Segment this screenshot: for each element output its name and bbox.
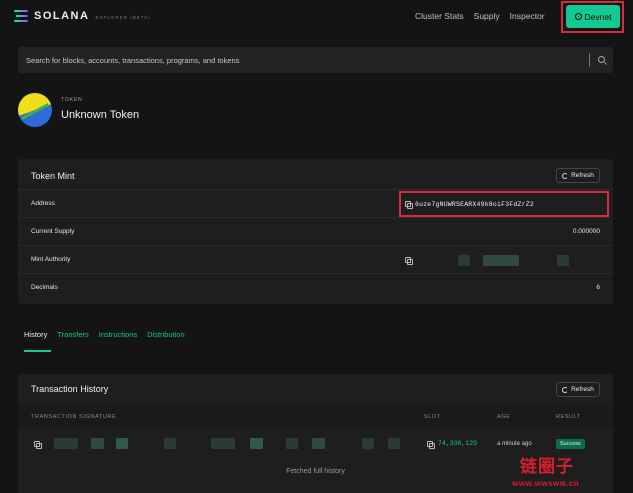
refresh-label: Refresh [571,386,594,393]
search-bar [18,47,613,73]
logo-subtitle: EXPLORER (BETA) [95,14,151,20]
token-tabs: History Transfers Instructions Distribut… [24,330,185,352]
decimals-label: Decimals [31,284,58,291]
tab-transfers[interactable]: Transfers [57,330,88,339]
token-logo-icon [18,93,52,127]
token-mint-card: Token Mint Refresh Address Current Suppl… [18,159,613,304]
row-current-supply: Current Supply 0.000000 [18,218,613,246]
tx-age: a minute ago [497,441,532,447]
row-mint-authority: Mint Authority [18,246,613,274]
nav-link-supply[interactable]: Supply [474,11,500,21]
copy-icon[interactable] [34,441,42,449]
redacted-block [557,255,569,266]
address-label: Address [31,200,55,207]
redacted-block [388,438,400,449]
redacted-block [250,438,263,449]
history-refresh-button[interactable]: Refresh [556,382,600,397]
top-navbar: SOLANA EXPLORER (BETA) Cluster Stats Sup… [0,0,633,34]
search-icon[interactable] [598,56,605,63]
mint-address-value[interactable]: 6uze7gNUWRSEARX49k8oiF3FdZrZ2 [415,201,534,208]
transaction-history-title: Transaction History [31,384,109,394]
logo-text: SOLANA [34,10,90,22]
redacted-block [211,438,235,449]
redacted-block [483,255,519,266]
column-header-signature: TRANSACTION SIGNATURE [31,414,117,420]
row-decimals: Decimals 6 [18,274,613,302]
redacted-block [54,438,78,449]
watermark-url: www.wwsww.cn [512,479,580,488]
tx-result-badge: Success [556,439,585,449]
network-label: Devnet [584,11,612,22]
tx-slot-link[interactable]: 74,336,129 [438,440,477,447]
nav-link-cluster-stats[interactable]: Cluster Stats [415,11,464,21]
refresh-label: Refresh [571,172,594,179]
redacted-block [91,438,104,449]
token-mint-title: Token Mint [31,171,75,181]
column-header-slot: SLOT [424,414,441,420]
refresh-icon [562,172,569,179]
tab-history[interactable]: History [24,330,52,352]
redacted-block [458,255,470,266]
tab-distribution[interactable]: Distribution [147,330,185,339]
network-icon [574,13,582,20]
solana-logo-icon [14,10,28,22]
network-select-button[interactable]: Devnet [566,5,620,28]
decimals-value: 6 [596,284,600,291]
copy-icon[interactable] [405,201,413,209]
copy-icon[interactable] [405,257,413,265]
token-name: Unknown Token [61,109,140,121]
current-supply-label: Current Supply [31,228,75,235]
nav-links: Cluster Stats Supply Inspector [415,11,545,21]
tab-instructions[interactable]: Instructions [99,330,137,339]
mint-refresh-button[interactable]: Refresh [556,168,600,183]
nav-link-inspector[interactable]: Inspector [510,11,545,21]
search-divider [589,53,590,67]
copy-icon[interactable] [427,441,435,449]
current-supply-value: 0.000000 [572,228,600,235]
search-input[interactable] [18,47,588,73]
column-header-result: RESULT [556,414,581,420]
redacted-block [362,438,374,449]
mint-authority-label: Mint Authority [31,256,71,263]
redacted-block [116,438,128,449]
column-header-age: AGE [497,414,511,420]
token-type-label: TOKEN [61,97,83,103]
token-header: TOKEN Unknown Token [18,93,318,133]
solana-logo[interactable]: SOLANA EXPLORER (BETA) [14,10,151,22]
redacted-block [286,438,298,449]
watermark: 链圈子 www.wwsww.cn [512,452,630,492]
watermark-logo: 链圈子 [520,457,574,476]
refresh-icon [562,386,569,393]
redacted-block [312,438,325,449]
redacted-block [164,438,176,449]
